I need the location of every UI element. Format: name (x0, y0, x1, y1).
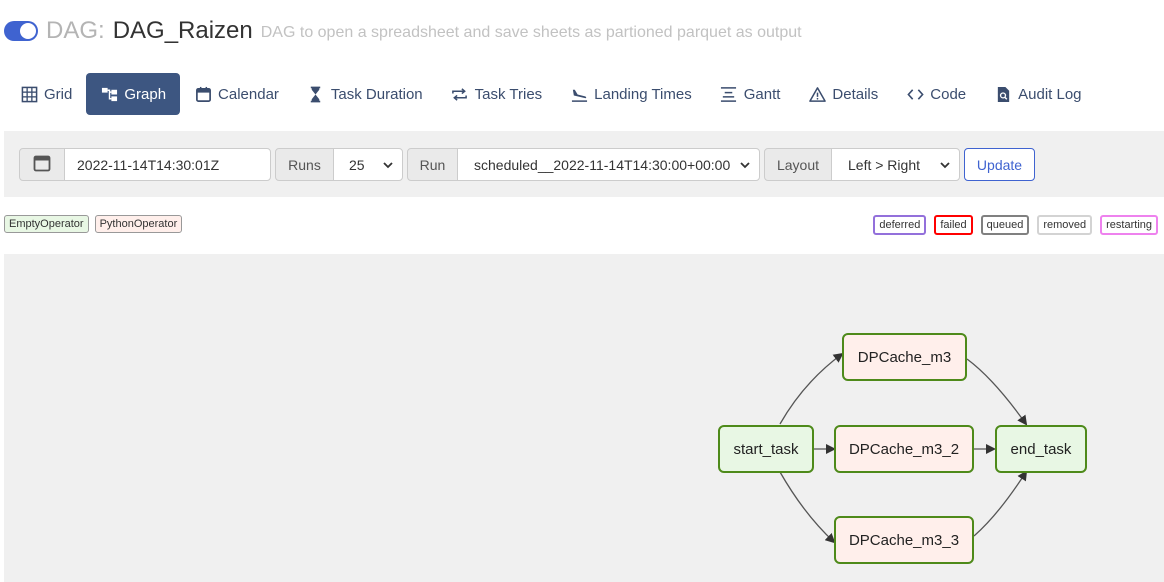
tab-label: Landing Times (594, 85, 692, 103)
chevron-down-icon (740, 162, 750, 169)
code-icon (906, 85, 924, 103)
tab-code[interactable]: Code (892, 73, 980, 115)
run-label: Run (407, 148, 458, 181)
layout-value: Left > Right (848, 156, 920, 173)
chevron-down-icon (940, 162, 950, 169)
edge-start-to-m3 (779, 352, 844, 425)
tab-label: Task Duration (330, 85, 423, 103)
task-node-dpcache-m3[interactable]: DPCache_m3 (842, 333, 967, 381)
runs-value: 25 (349, 156, 365, 173)
graph-toolbar: 2022-11-14T14:30:01Z Runs 25 Run schedul… (4, 131, 1164, 197)
calendar-icon (33, 154, 51, 175)
operator-legend: EmptyOperator PythonOperator (4, 215, 183, 233)
legend-state-failed[interactable]: failed (934, 215, 973, 235)
base-date-input[interactable]: 2022-11-14T14:30:01Z (64, 148, 271, 181)
runs-label: Runs (275, 148, 334, 181)
tab-grid[interactable]: Grid (6, 73, 86, 115)
dag-graph-canvas[interactable]: start_task DPCache_m3 DPCache_m3_2 DPCac… (4, 254, 1164, 582)
tab-label: Graph (124, 85, 167, 103)
file-search-icon (994, 85, 1012, 103)
tab-label: Task Tries (474, 85, 543, 103)
tab-label: Code (930, 85, 967, 103)
tab-landing-times[interactable]: Landing Times (556, 73, 706, 115)
dag-edges (779, 352, 1028, 544)
edge-m3-to-end (966, 358, 1028, 426)
calendar-button[interactable] (19, 148, 65, 181)
legend-state-restarting[interactable]: restarting (1100, 215, 1158, 235)
base-date-value: 2022-11-14T14:30:01Z (77, 156, 220, 173)
tab-label: Gantt (743, 85, 781, 103)
run-select[interactable]: scheduled__2022-11-14T14:30:00+00:00 (457, 148, 760, 181)
dag-prefix: DAG: (46, 17, 105, 44)
dag-pause-toggle[interactable] (4, 21, 38, 41)
task-node-end-task[interactable]: end_task (995, 425, 1087, 473)
tab-audit-log[interactable]: Audit Log (980, 73, 1095, 115)
task-node-start-task[interactable]: start_task (718, 425, 814, 473)
layout-label: Layout (764, 148, 832, 181)
task-node-dpcache-m3-2[interactable]: DPCache_m3_2 (834, 425, 974, 473)
legend-empty-operator: EmptyOperator (4, 215, 89, 233)
state-legend: deferred failed queued removed restartin… (873, 215, 1158, 235)
legend-python-operator: PythonOperator (94, 215, 183, 233)
tab-gantt[interactable]: Gantt (706, 73, 795, 115)
retry-icon (451, 85, 469, 103)
edge-m3-3-to-end (973, 470, 1028, 537)
legend-state-deferred[interactable]: deferred (873, 215, 927, 235)
view-tabs: Grid Graph Calendar Task Duration Task T… (6, 73, 1096, 115)
hourglass-icon (307, 85, 325, 103)
tab-details[interactable]: Details (794, 73, 892, 115)
tab-calendar[interactable]: Calendar (180, 73, 293, 115)
update-button[interactable]: Update (964, 148, 1035, 181)
tab-task-duration[interactable]: Task Duration (293, 73, 437, 115)
tab-label: Details (832, 85, 879, 103)
toggle-knob (20, 23, 36, 39)
edge-start-to-m3-3 (779, 471, 836, 544)
page-header: DAG: DAG_Raizen DAG to open a spreadshee… (4, 14, 802, 48)
gantt-icon (720, 85, 738, 103)
tab-label: Grid (44, 85, 73, 103)
dag-description: DAG to open a spreadsheet and save sheet… (260, 24, 802, 41)
chevron-down-icon (383, 162, 393, 169)
tab-graph[interactable]: Graph (86, 73, 181, 115)
run-value: scheduled__2022-11-14T14:30:00+00:00 (474, 156, 731, 173)
runs-select[interactable]: 25 (333, 148, 403, 181)
graph-icon (100, 85, 118, 103)
tab-label: Audit Log (1018, 85, 1082, 103)
plane-landing-icon (570, 85, 588, 103)
calendar-icon (194, 85, 212, 103)
warning-icon (808, 85, 826, 103)
tab-task-tries[interactable]: Task Tries (437, 73, 557, 115)
tab-label: Calendar (218, 85, 279, 103)
task-node-dpcache-m3-3[interactable]: DPCache_m3_3 (834, 516, 974, 564)
legend-state-removed[interactable]: removed (1037, 215, 1093, 235)
legend-state-queued[interactable]: queued (980, 215, 1030, 235)
grid-icon (20, 85, 38, 103)
dag-title: DAG_Raizen (112, 17, 253, 44)
layout-select[interactable]: Left > Right (831, 148, 960, 181)
